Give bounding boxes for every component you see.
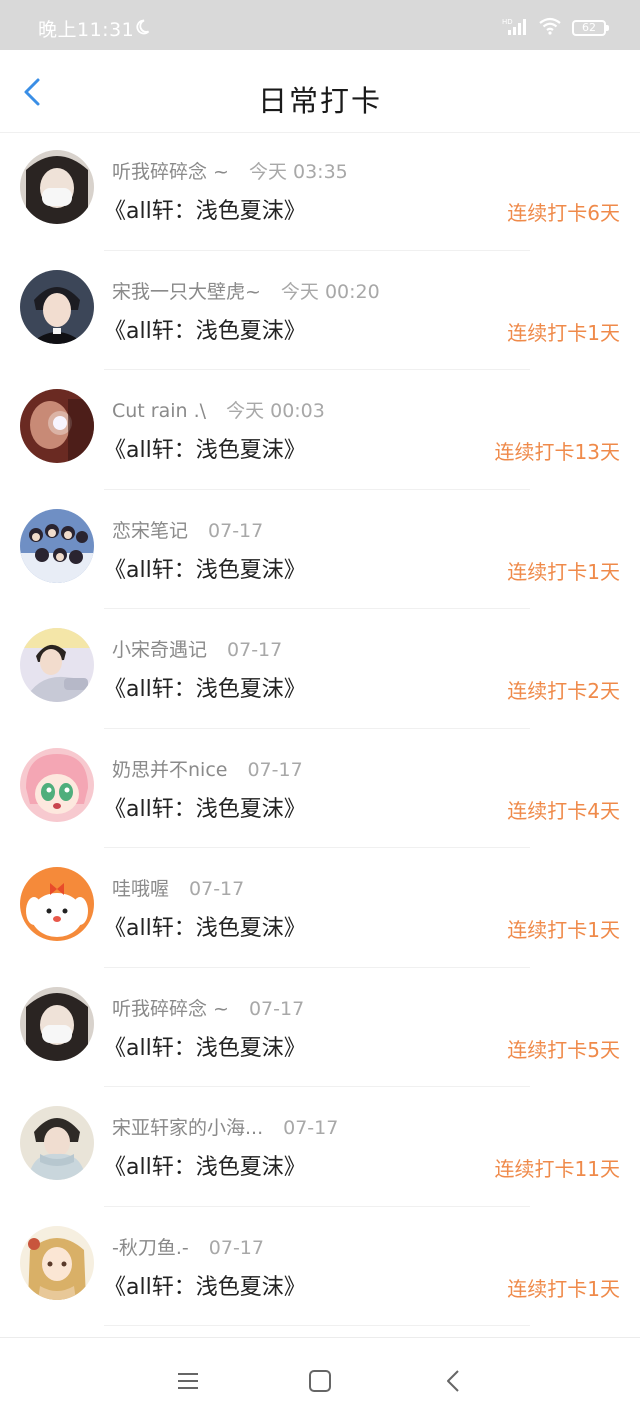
book-title[interactable]: 《all轩：浅色夏沫》 [104,552,306,584]
status-bar: 晚上11:31 HD 62 [0,0,640,50]
checkin-row[interactable]: 奶思并不nice 07-17 《all轩：浅色夏沫》 连续打卡4天 [0,729,640,848]
checkin-time: 今天 00:03 [226,400,325,422]
username[interactable]: 宋亚轩家的小海... [112,1117,263,1139]
avatar[interactable] [20,389,94,463]
book-title[interactable]: 《all轩：浅色夏沫》 [104,791,306,823]
avatar[interactable] [20,269,94,344]
streak-label: 连续打卡6天 [507,201,620,225]
streak-label: 连续打卡4天 [507,798,620,823]
username[interactable]: 小宋奇遇记 [112,639,207,661]
avatar[interactable] [20,867,94,941]
streak-label: 连续打卡2天 [507,679,620,703]
streak-label: 连续打卡1天 [507,320,620,345]
svg-text:HD: HD [502,18,513,26]
streak-label: 连续打卡1天 [507,559,620,584]
avatar[interactable] [20,1225,94,1300]
signal-icon: HD [502,17,528,39]
avatar[interactable] [20,508,94,583]
streak-label: 连续打卡11天 [494,1157,620,1181]
battery-icon: 62 [572,20,609,36]
book-title[interactable]: 《all轩：浅色夏沫》 [104,910,306,942]
checkin-time: 今天 00:20 [280,280,380,303]
avatar[interactable] [20,150,94,224]
username[interactable]: 听我碎碎念 ~ [112,998,229,1020]
avatar[interactable] [20,747,94,822]
checkin-time: 07-17 [227,639,283,661]
checkin-time: 07-17 [283,1117,339,1139]
avatar[interactable] [20,986,94,1061]
status-icons: HD 62 [502,17,609,39]
back-triangle-icon[interactable] [440,1367,468,1395]
username[interactable]: Cut rain .\ [112,400,206,422]
streak-label: 连续打卡1天 [507,1276,620,1301]
header: 日常打卡 [0,50,640,133]
home-square-icon[interactable] [306,1367,334,1395]
checkin-row[interactable]: 听我碎碎念 ~ 今天 03:35 《all轩：浅色夏沫》 连续打卡6天 [0,131,640,251]
username[interactable]: 听我碎碎念 ~ [112,161,229,183]
checkin-time: 07-17 [208,519,264,542]
username[interactable]: 哇哦喔 [112,878,169,900]
wifi-icon [538,17,562,39]
book-title[interactable]: 《all轩：浅色夏沫》 [104,671,306,703]
book-title[interactable]: 《all轩：浅色夏沫》 [104,193,306,225]
book-title[interactable]: 《all轩：浅色夏沫》 [104,1269,306,1301]
book-title[interactable]: 《all轩：浅色夏沫》 [104,432,306,464]
book-title[interactable]: 《all轩：浅色夏沫》 [104,1030,306,1062]
checkin-row[interactable]: 恋宋笔记 07-17 《all轩：浅色夏沫》 连续打卡1天 [0,490,640,609]
checkin-row[interactable]: 听我碎碎念 ~ 07-17 《all轩：浅色夏沫》 连续打卡5天 [0,968,640,1087]
avatar[interactable] [20,1106,94,1180]
checkin-list: 听我碎碎念 ~ 今天 03:35 《all轩：浅色夏沫》 连续打卡6天 宋我一只大… [0,131,640,1326]
checkin-time: 07-17 [208,1236,264,1259]
avatar[interactable] [20,628,94,702]
page-title: 日常打卡 [257,84,382,118]
username[interactable]: -秋刀鱼.- [112,1237,189,1259]
book-title[interactable]: 《all轩：浅色夏沫》 [104,1149,306,1181]
checkin-time: 07-17 [248,997,305,1020]
checkin-row[interactable]: Cut rain .\ 今天 00:03 《all轩：浅色夏沫》 连续打卡13天 [0,370,640,490]
username[interactable]: 奶思并不nice [112,759,227,781]
streak-label: 连续打卡1天 [507,918,620,942]
divider [104,1325,530,1326]
book-title[interactable]: 《all轩：浅色夏沫》 [104,313,306,345]
checkin-time: 今天 03:35 [248,161,348,183]
username[interactable]: 宋我一只大壁虎~ [112,281,261,303]
streak-label: 连续打卡5天 [507,1037,620,1062]
checkin-row[interactable]: 宋我一只大壁虎~ 今天 00:20 《all轩：浅色夏沫》 连续打卡1天 [0,251,640,370]
system-nav-bar [0,1337,640,1423]
menu-icon[interactable] [174,1367,202,1395]
checkin-row[interactable]: 哇哦喔 07-17 《all轩：浅色夏沫》 连续打卡1天 [0,848,640,968]
username[interactable]: 恋宋笔记 [112,520,188,542]
checkin-time: 07-17 [189,878,245,900]
moon-icon [134,19,150,39]
checkin-row[interactable]: 宋亚轩家的小海... 07-17 《all轩：浅色夏沫》 连续打卡11天 [0,1087,640,1207]
streak-label: 连续打卡13天 [494,440,620,464]
checkin-row[interactable]: 小宋奇遇记 07-17 《all轩：浅色夏沫》 连续打卡2天 [0,609,640,729]
checkin-row[interactable]: -秋刀鱼.- 07-17 《all轩：浅色夏沫》 连续打卡1天 [0,1207,640,1326]
status-time: 晚上11:31 [38,19,135,41]
checkin-time: 07-17 [247,758,303,781]
